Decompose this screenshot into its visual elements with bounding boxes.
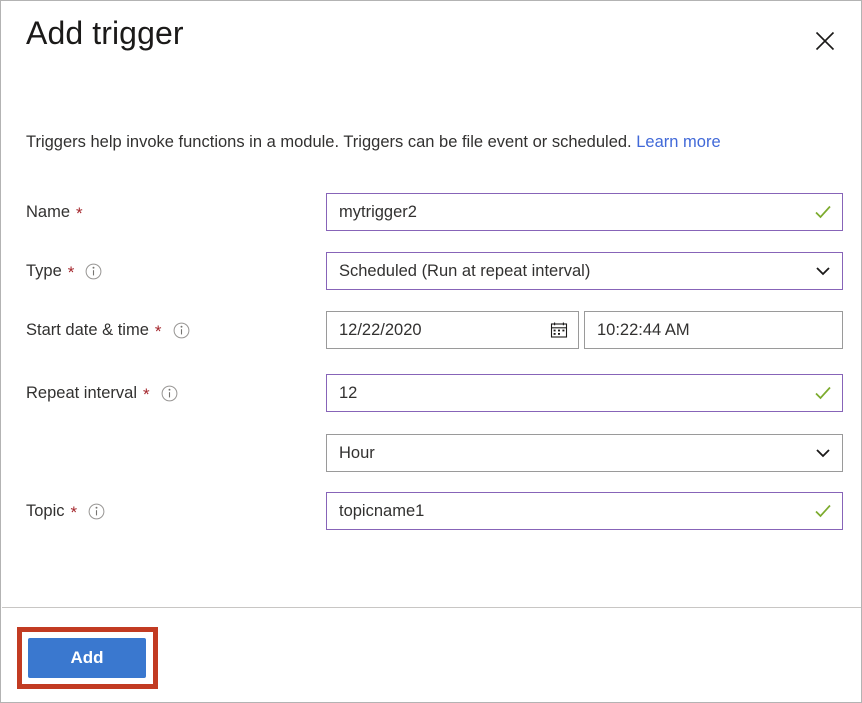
info-icon[interactable] (161, 385, 178, 402)
form-row-name: Name * mytrigger2 (1, 193, 861, 231)
required-indicator: * (76, 203, 83, 223)
repeat-interval-input[interactable]: 12 (326, 374, 843, 412)
check-icon (804, 202, 842, 222)
topic-input-value: topicname1 (339, 501, 425, 520)
repeat-interval-value: 12 (339, 383, 358, 402)
calendar-icon[interactable] (540, 321, 578, 339)
close-button[interactable] (805, 21, 845, 61)
learn-more-link[interactable]: Learn more (636, 133, 720, 151)
form-row-topic: Topic * topicname1 (1, 492, 861, 530)
info-icon[interactable] (85, 263, 102, 280)
required-indicator: * (67, 262, 75, 282)
check-icon (804, 501, 842, 521)
required-indicator: * (142, 384, 150, 404)
label-repeat-interval: Repeat interval * (26, 374, 178, 412)
repeat-unit-value: Hour (339, 443, 375, 462)
chevron-down-icon (804, 443, 842, 463)
chevron-down-icon (804, 261, 842, 281)
label-start-date-time: Start date & time * (26, 311, 190, 349)
close-icon (814, 30, 836, 52)
dialog-description: Triggers help invoke functions in a modu… (26, 130, 846, 154)
start-time-input[interactable]: 10:22:44 AM (584, 311, 843, 349)
name-input[interactable]: mytrigger2 (326, 193, 843, 231)
add-button[interactable]: Add (28, 638, 146, 678)
label-type: Type * (26, 252, 102, 290)
page-title: Add trigger (26, 15, 184, 51)
start-date-input[interactable]: 12/22/2020 (326, 311, 579, 349)
add-trigger-dialog: Add trigger Triggers help invoke functio… (0, 0, 862, 703)
info-icon[interactable] (88, 503, 105, 520)
form-row-repeat-unit: Hour (1, 434, 861, 472)
type-dropdown-value: Scheduled (Run at repeat interval) (339, 261, 591, 280)
form-row-start-datetime: Start date & time * 12/22/2020 10:22:44 … (1, 311, 861, 349)
topic-input[interactable]: topicname1 (326, 492, 843, 530)
start-time-value: 10:22:44 AM (597, 320, 690, 339)
dialog-footer: Add (1, 608, 861, 702)
repeat-unit-dropdown[interactable]: Hour (326, 434, 843, 472)
form-row-type: Type * Scheduled (Run at repeat interval… (1, 252, 861, 290)
start-date-value: 12/22/2020 (339, 320, 422, 339)
name-input-value: mytrigger2 (339, 202, 417, 221)
description-text: Triggers help invoke functions in a modu… (26, 133, 632, 151)
label-name: Name * (26, 202, 83, 223)
check-icon (804, 383, 842, 403)
label-topic: Topic * (26, 492, 105, 530)
required-indicator: * (154, 321, 162, 341)
form-row-repeat-interval: Repeat interval * 12 (1, 374, 861, 412)
dialog-header: Add trigger (1, 1, 861, 87)
type-dropdown[interactable]: Scheduled (Run at repeat interval) (326, 252, 843, 290)
required-indicator: * (70, 502, 78, 522)
info-icon[interactable] (173, 322, 190, 339)
